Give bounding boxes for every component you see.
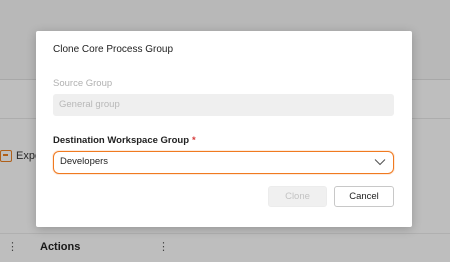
- destination-group-select[interactable]: Developers: [53, 151, 394, 174]
- cancel-button[interactable]: Cancel: [334, 186, 394, 207]
- clone-dialog: Clone Core Process Group Source Group Ge…: [36, 31, 412, 227]
- source-group-label: Source Group: [53, 78, 113, 89]
- destination-group-value: Developers: [60, 156, 109, 167]
- destination-group-label: Destination Workspace Group *: [53, 135, 196, 146]
- dialog-title: Clone Core Process Group: [53, 44, 174, 55]
- destination-group-label-text: Destination Workspace Group: [53, 135, 190, 146]
- clone-button[interactable]: Clone: [268, 186, 327, 207]
- source-group-field: General group: [53, 94, 394, 116]
- chevron-down-icon: [374, 159, 386, 166]
- required-marker: *: [192, 135, 196, 146]
